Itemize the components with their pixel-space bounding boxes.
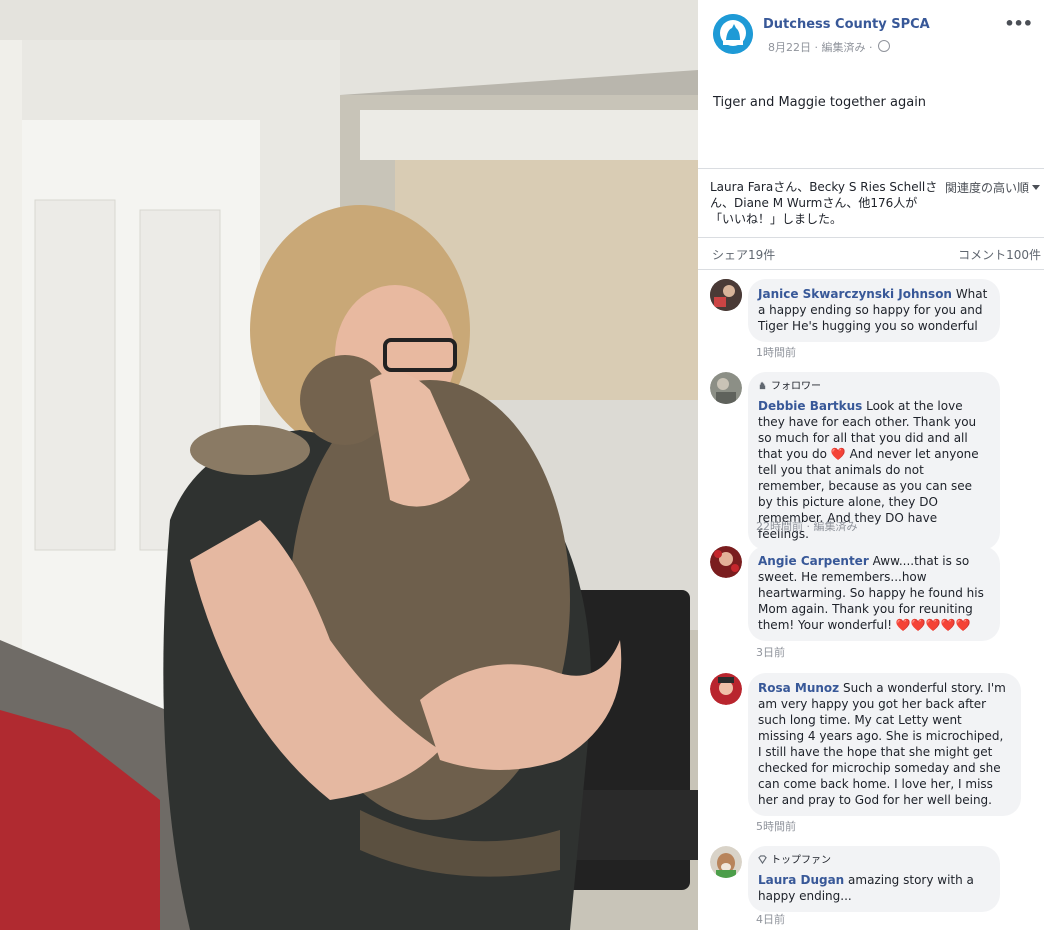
- diamond-icon: [758, 855, 767, 864]
- shares-count[interactable]: シェア19件: [712, 246, 775, 263]
- comment-text: Such a wonderful story. I'm am very happ…: [758, 681, 1006, 807]
- divider: [698, 269, 1044, 270]
- comment-time[interactable]: 22時間前 · 編集済み: [756, 518, 858, 534]
- page-name[interactable]: Dutchess County SPCA: [763, 17, 930, 32]
- post-date[interactable]: 8月22日 · 編集済み ·: [768, 41, 872, 54]
- badge-label: フォロワー: [771, 381, 821, 392]
- user-avatar-icon: [710, 372, 742, 404]
- avatar[interactable]: [710, 546, 742, 578]
- user-avatar-icon: [710, 279, 742, 311]
- avatar[interactable]: [710, 673, 742, 705]
- comment-time[interactable]: 4日前: [756, 911, 785, 927]
- commenter-name[interactable]: Janice Skwarczynski Johnson: [758, 287, 952, 301]
- page-avatar[interactable]: [713, 14, 753, 54]
- follower-badge: フォロワー: [758, 379, 988, 395]
- post-header: Dutchess County SPCA 8月22日 · 編集済み · •••: [713, 14, 1034, 58]
- post-text: Tiger and Maggie together again: [713, 95, 927, 110]
- avatar[interactable]: [710, 372, 742, 404]
- commenter-name[interactable]: Angie Carpenter: [758, 554, 869, 568]
- chevron-down-icon: [1032, 185, 1040, 190]
- comment-time[interactable]: 3日前: [756, 644, 785, 660]
- divider: [698, 168, 1044, 169]
- top-fan-badge: トップファン: [758, 853, 988, 869]
- commenter-name[interactable]: Debbie Bartkus: [758, 399, 862, 413]
- comment-bubble: Rosa Munoz Such a wonderful story. I'm a…: [748, 673, 1021, 816]
- more-options-icon[interactable]: •••: [1004, 14, 1033, 33]
- avatar[interactable]: [710, 279, 742, 311]
- avatar[interactable]: [710, 846, 742, 878]
- comment-time[interactable]: 5時間前: [756, 818, 796, 834]
- spca-logo-icon: [713, 14, 753, 54]
- user-avatar-icon: [710, 846, 742, 878]
- post-sidebar: Dutchess County SPCA 8月22日 · 編集済み · ••• …: [698, 0, 1044, 930]
- sort-dropdown[interactable]: 関連度の高い順: [945, 179, 1040, 196]
- photo-image: [0, 0, 698, 930]
- commenter-name[interactable]: Rosa Munoz: [758, 681, 839, 695]
- comment-bubble: Janice Skwarczynski Johnson What a happy…: [748, 279, 1000, 342]
- globe-icon: [877, 40, 890, 52]
- comment-bubble: トップファン Laura Dugan amazing story with a …: [748, 846, 1000, 912]
- commenter-name[interactable]: Laura Dugan: [758, 873, 844, 887]
- hand-icon: [759, 381, 766, 390]
- sort-label: 関連度の高い順: [944, 181, 1029, 195]
- badge-label: トップファン: [771, 855, 831, 866]
- comment-time[interactable]: 1時間前: [756, 344, 796, 360]
- likes-summary[interactable]: Laura Faraさん、Becky S Ries Schellさん、Diane…: [710, 179, 938, 227]
- user-avatar-icon: [710, 546, 742, 578]
- user-avatar-icon: [710, 673, 742, 705]
- comment-bubble: Angie Carpenter Aww....that is so sweet.…: [748, 546, 1000, 641]
- post-meta: 8月22日 · 編集済み ·: [768, 39, 890, 55]
- divider: [698, 237, 1044, 238]
- comments-count[interactable]: コメント100件: [958, 246, 1041, 263]
- post-photo[interactable]: [0, 0, 698, 930]
